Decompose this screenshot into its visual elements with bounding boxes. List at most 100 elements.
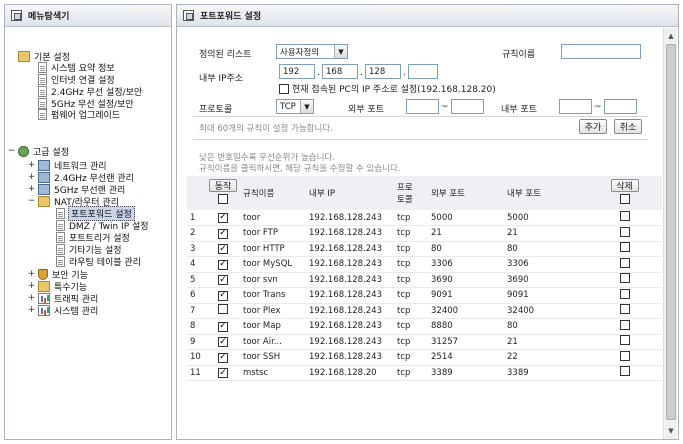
tree-item[interactable]: 포트포워드 설정 xyxy=(45,205,135,221)
tree-item[interactable]: + 네트워크 관리 xyxy=(27,159,108,172)
rule-name-link[interactable]: toor xyxy=(243,210,309,226)
row-delete-checkbox[interactable] xyxy=(619,350,630,361)
protocol-header-line2: 토콜 xyxy=(397,195,413,205)
page-icon xyxy=(38,108,47,120)
ip-octet-2[interactable]: 168 xyxy=(322,64,358,79)
col-protocol-header: 프로 토콜 xyxy=(397,176,431,210)
vertical-scrollbar[interactable]: ▲ ▼ xyxy=(663,28,677,439)
row-delete-cell xyxy=(587,225,662,242)
expand-icon[interactable]: + xyxy=(27,281,36,291)
internal-port-from-input[interactable] xyxy=(559,99,592,114)
rule-name-input[interactable] xyxy=(561,44,641,59)
row-delete-checkbox[interactable] xyxy=(619,257,630,268)
rule-name-link[interactable]: toor svn xyxy=(243,272,309,288)
current-pc-ip-checkbox[interactable] xyxy=(279,83,289,94)
internal-ip-cell: 192.168.128.243 xyxy=(309,241,397,257)
cancel-button[interactable]: 취소 xyxy=(614,119,642,134)
table-row: 9 toor Air...192.168.128.243tcp3125721 xyxy=(187,334,662,350)
row-delete-checkbox[interactable] xyxy=(619,242,630,253)
expand-icon[interactable]: + xyxy=(27,293,36,303)
rule-name-link[interactable]: mstsc xyxy=(243,365,309,381)
row-active-cell xyxy=(203,225,243,242)
page-icon xyxy=(38,97,47,109)
row-active-checkbox[interactable] xyxy=(218,304,228,315)
row-active-cell xyxy=(203,365,243,381)
internal-port-cell: 3690 xyxy=(507,272,587,288)
col-rule-name-header: 규칙이름 xyxy=(243,176,309,210)
tree-item[interactable]: +5GHz 무선랜 관리 xyxy=(27,183,126,196)
row-active-checkbox[interactable] xyxy=(218,337,228,347)
row-active-checkbox[interactable] xyxy=(218,275,228,285)
rule-name-link[interactable]: toor HTTP xyxy=(243,241,309,257)
row-active-checkbox[interactable] xyxy=(218,212,228,223)
rule-name-link[interactable]: toor Plex xyxy=(243,303,309,319)
row-delete-checkbox[interactable] xyxy=(619,226,630,237)
rule-name-link[interactable]: toor SSH xyxy=(243,349,309,366)
tree-item[interactable]: 라우팅 테이블 관리 xyxy=(45,255,142,268)
tree-item[interactable]: 인터넷 연결 설정 xyxy=(27,73,116,86)
ip-octet-4[interactable] xyxy=(408,64,438,79)
internal-port-to-input[interactable] xyxy=(604,99,637,114)
add-button[interactable]: 추가 xyxy=(579,119,607,134)
external-port-to-input[interactable] xyxy=(451,99,484,114)
active-toggle-button[interactable]: 동작 xyxy=(209,179,237,192)
port-forward-icon xyxy=(183,10,194,21)
tree-item[interactable]: + 특수기능 xyxy=(27,280,88,293)
folder-icon xyxy=(38,195,50,207)
scroll-up-icon[interactable]: ▲ xyxy=(665,30,677,42)
row-active-checkbox[interactable] xyxy=(218,290,228,301)
row-active-checkbox[interactable] xyxy=(218,368,228,378)
tree-item[interactable]: 2.4GHz 무선 설정/보안 xyxy=(27,85,143,98)
page-icon xyxy=(38,61,47,73)
internal-ip-cell: 192.168.128.243 xyxy=(309,334,397,350)
tree-item[interactable]: 기타기능 설정 xyxy=(45,243,123,256)
tree-item[interactable]: − 고급 설정 xyxy=(7,145,70,158)
expand-icon[interactable]: + xyxy=(27,172,36,182)
row-number: 2 xyxy=(187,225,203,242)
row-active-checkbox[interactable] xyxy=(218,259,228,270)
protocol-select[interactable]: TCP ▼ xyxy=(276,99,314,114)
row-delete-checkbox[interactable] xyxy=(619,211,630,221)
tree-item[interactable]: + 보안 기능 xyxy=(27,268,89,281)
row-active-checkbox[interactable] xyxy=(218,352,228,363)
tree-item[interactable]: +2.4GHz 무선랜 관리 xyxy=(27,171,135,184)
expand-icon[interactable]: + xyxy=(27,160,36,170)
rule-name-link[interactable]: toor Air... xyxy=(243,334,309,350)
rule-name-link[interactable]: toor FTP xyxy=(243,225,309,242)
menu-explorer-panel: 메뉴탐색기 기본 설정 시스템 요약 정보 인터넷 연결 설정 2.4GHz 무선 설… xyxy=(4,4,172,440)
tree-item[interactable]: 시스템 요약 정보 xyxy=(27,61,116,74)
rule-name-link[interactable]: toor Map xyxy=(243,318,309,335)
ip-octet-3[interactable]: 128 xyxy=(365,64,401,79)
row-delete-checkbox[interactable] xyxy=(619,304,630,315)
collapse-icon[interactable]: − xyxy=(27,196,36,206)
row-delete-checkbox[interactable] xyxy=(619,288,630,299)
ip-octet-1[interactable]: 192 xyxy=(279,64,315,79)
tree-item[interactable]: + 시스템 관리 xyxy=(27,304,99,317)
tree-item[interactable]: 펌웨어 업그레이드 xyxy=(27,108,121,121)
preset-select[interactable]: 사용자정의 ▼ xyxy=(276,44,348,59)
external-port-from-input[interactable] xyxy=(406,99,439,114)
preset-row: 정의된 리스트 xyxy=(199,47,252,60)
tree-item[interactable]: DMZ / Twin IP 설정 xyxy=(45,219,150,232)
tree-item[interactable]: 포트트리거 설정 xyxy=(45,231,131,244)
delete-select-all-checkbox[interactable] xyxy=(619,194,630,204)
rule-name-link[interactable]: toor MySQL xyxy=(243,256,309,273)
delete-button[interactable]: 삭제 xyxy=(610,179,639,192)
row-delete-checkbox[interactable] xyxy=(619,366,630,377)
expand-icon[interactable]: + xyxy=(27,184,36,194)
tree-item[interactable]: + 트래픽 관리 xyxy=(27,292,99,305)
row-active-checkbox[interactable] xyxy=(218,244,228,254)
page-title: 포트포워드 설정 xyxy=(200,12,262,22)
row-delete-checkbox[interactable] xyxy=(619,335,630,346)
active-select-all-checkbox[interactable] xyxy=(218,194,228,204)
row-active-checkbox[interactable] xyxy=(218,228,228,239)
rule-name-link[interactable]: toor Trans xyxy=(243,287,309,304)
scrollbar-thumb[interactable] xyxy=(666,44,676,420)
row-delete-checkbox[interactable] xyxy=(619,273,630,284)
expand-icon[interactable]: + xyxy=(27,269,36,279)
scroll-down-icon[interactable]: ▼ xyxy=(665,425,677,437)
row-delete-checkbox[interactable] xyxy=(619,319,630,330)
collapse-icon[interactable]: − xyxy=(7,146,16,156)
expand-icon[interactable]: + xyxy=(27,305,36,315)
row-active-checkbox[interactable] xyxy=(218,321,228,332)
